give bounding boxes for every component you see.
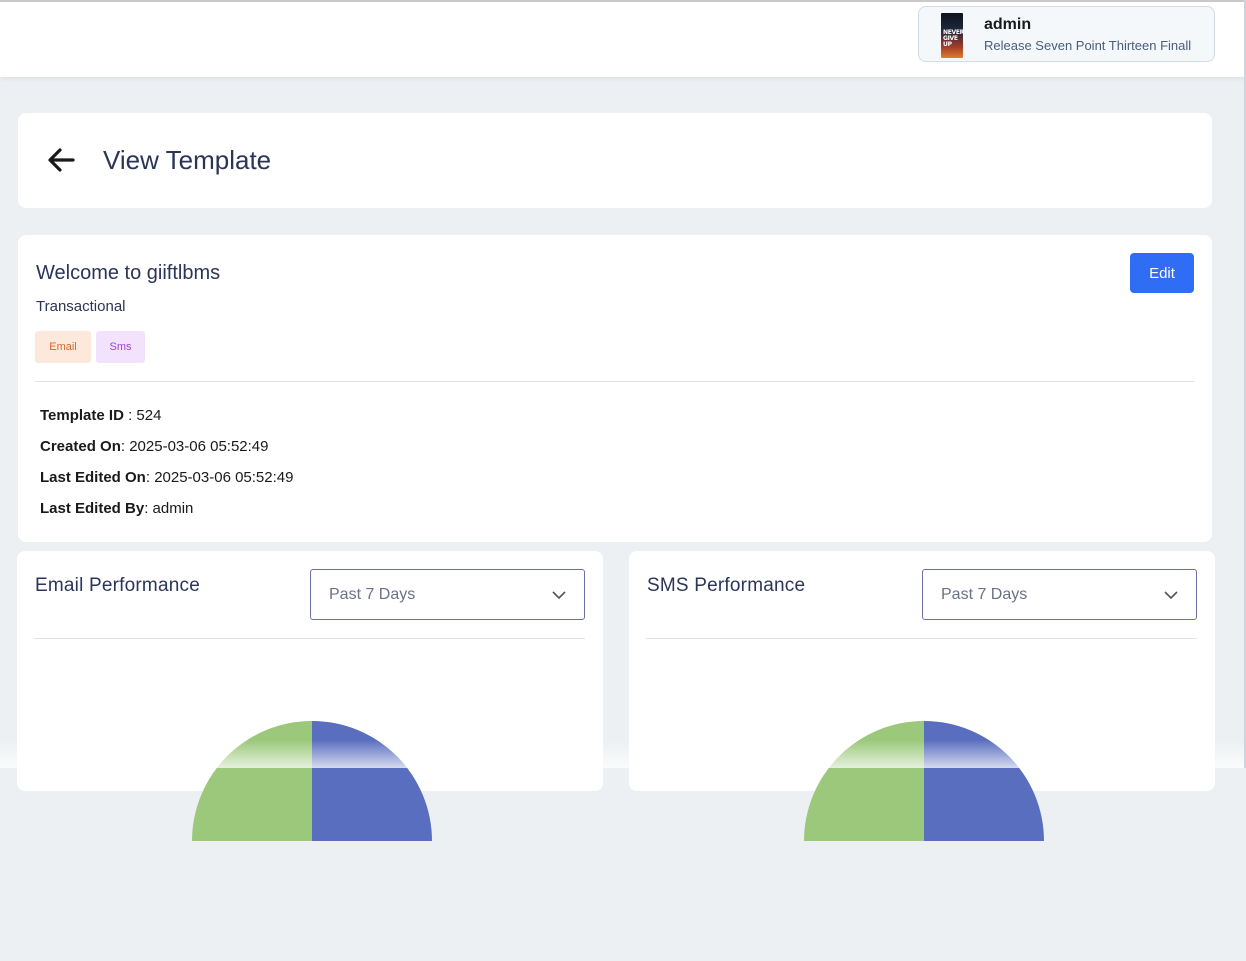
meta-sep: : [144,500,153,517]
divider [35,381,1195,382]
template-details-card: Welcome to giiftlbms Transactional Email… [18,235,1212,542]
pie-slice-blue [924,721,1044,841]
meta-sep: : [120,438,130,455]
created-on-value: 2025-03-06 05:52:49 [129,438,269,455]
pie-slice-green [804,721,924,841]
avatar-text: NEVER GIVE UP [943,29,964,48]
created-on-row: Created On: 2025-03-06 05:52:49 [40,438,269,455]
user-profile-chip[interactable]: NEVER GIVE UP admin Release Seven Point … [918,6,1215,62]
email-pie-chart [192,721,432,841]
edit-button[interactable]: Edit [1130,253,1194,293]
chevron-down-icon [552,591,566,600]
sms-pie-chart [804,721,1044,841]
user-subtitle: Release Seven Point Thirteen Finall [984,38,1192,53]
meta-label: Template ID [40,407,124,424]
meta-label: Last Edited On [40,469,146,486]
meta-sep: : [145,469,155,486]
last-edited-on-row: Last Edited On: 2025-03-06 05:52:49 [40,469,293,486]
pie-slice-blue [312,721,432,841]
divider [646,638,1197,639]
sms-performance-title: SMS Performance [647,575,806,596]
email-period-select[interactable]: Past 7 Days [310,569,585,620]
top-header: NEVER GIVE UP admin Release Seven Point … [0,0,1246,77]
divider [34,638,585,639]
back-arrow-icon[interactable] [46,147,76,173]
email-performance-card: Email Performance Past 7 Days [17,551,603,841]
channel-badge-sms: Sms [96,331,145,363]
pie-slice-green [192,721,312,841]
meta-label: Last Edited By [40,500,145,517]
page-header-card: View Template [18,113,1212,208]
email-period-value: Past 7 Days [329,586,416,603]
user-name: admin [984,16,1032,33]
page-title: View Template [103,145,272,175]
template-id-row: Template ID : 524 [40,407,161,424]
sms-period-select[interactable]: Past 7 Days [922,569,1197,620]
meta-label: Created On [40,438,121,455]
last-edited-on-value: 2025-03-06 05:52:49 [154,469,294,486]
meta-sep: : [123,407,137,424]
template-id-value: 524 [136,407,162,424]
template-name: Welcome to giiftlbms [36,262,221,284]
sms-performance-card: SMS Performance Past 7 Days [629,551,1215,841]
channel-badge-email: Email [35,331,91,363]
last-edited-by-value: admin [152,500,194,517]
chevron-down-icon [1164,591,1178,600]
last-edited-by-row: Last Edited By: admin [40,500,193,517]
sms-period-value: Past 7 Days [941,586,1028,603]
avatar: NEVER GIVE UP [941,13,964,58]
email-performance-title: Email Performance [35,575,200,596]
template-type: Transactional [36,298,126,315]
